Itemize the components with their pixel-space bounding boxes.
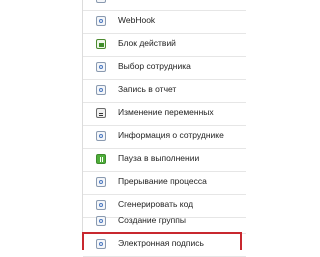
employee-info-icon — [96, 131, 106, 141]
list-item-create-group[interactable]: Создание группы — [83, 211, 246, 234]
list-item-label: Блок действий — [118, 38, 176, 48]
list-item-label: Создание группы — [118, 215, 186, 225]
list-item-process-interrupt[interactable]: Прерывание процесса — [83, 172, 246, 195]
create-group-icon — [96, 216, 106, 226]
node-icon — [96, 0, 106, 3]
report-entry-icon — [96, 85, 106, 95]
list-item-label: Изменение переменных — [118, 107, 214, 117]
pause-icon — [96, 154, 106, 164]
list-item-webhook[interactable]: WebHook — [83, 11, 246, 34]
list-item-label: Выбор сотрудника — [118, 61, 191, 71]
list-item-label: Электронная подпись — [118, 238, 204, 248]
list-item-action-block[interactable]: Блок действий — [83, 34, 246, 57]
employee-select-icon — [96, 62, 106, 72]
left-pane — [0, 0, 82, 250]
list-item-variables[interactable]: Изменение переменных — [83, 103, 246, 126]
process-interrupt-icon — [96, 177, 106, 187]
webhook-icon — [96, 16, 106, 26]
list-item-pause[interactable]: Пауза в выполнении — [83, 149, 246, 172]
variables-icon — [96, 108, 106, 118]
list-item-label: WebHook — [118, 15, 156, 25]
action-block-icon — [96, 39, 106, 49]
list-item-report-entry[interactable]: Запись в отчет — [83, 80, 246, 103]
list-item-label: Сгенерировать код — [118, 199, 194, 209]
list-item-employee-info[interactable]: Информация о сотруднике — [83, 126, 246, 149]
list-item-label: Запись в отчет — [118, 84, 177, 94]
list-item-label: Прерывание процесса — [118, 176, 207, 186]
list-item-employee-select[interactable]: Выбор сотрудника — [83, 57, 246, 80]
list-item-label: Информация о сотруднике — [118, 130, 224, 140]
generate-code-icon — [96, 200, 106, 210]
list-item-label: Пауза в выполнении — [118, 153, 200, 163]
list-item-e-signature[interactable]: Электронная подпись — [83, 234, 246, 257]
list-item-partial[interactable] — [83, 0, 246, 11]
e-signature-icon — [96, 239, 106, 249]
node-type-list: WebHook Блок действий Выбор сотрудника З… — [82, 0, 246, 257]
